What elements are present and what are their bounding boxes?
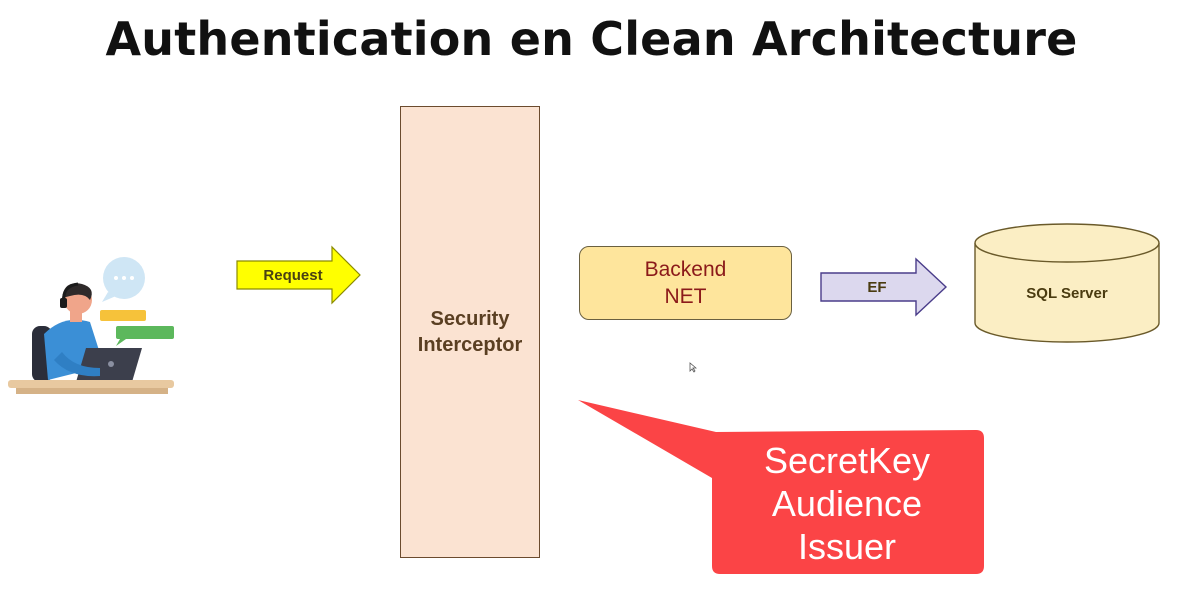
- user-with-laptop-chat-icon: [8, 257, 174, 394]
- ef-arrow-label: EF: [867, 278, 887, 296]
- security-interceptor-box: Security Interceptor: [400, 106, 540, 558]
- request-arrow-label: Request: [263, 266, 323, 284]
- sql-server-label: SQL Server: [1026, 284, 1108, 302]
- page-title: Authentication en Clean Architecture: [105, 12, 1078, 66]
- callout-text: SecretKey Audience Issuer: [763, 439, 931, 567]
- backend-label: Backend NET: [644, 258, 727, 308]
- security-interceptor-label: Security Interceptor: [417, 308, 523, 356]
- backend-box: Backend NET: [579, 246, 792, 320]
- mouse-cursor-icon: [689, 362, 697, 373]
